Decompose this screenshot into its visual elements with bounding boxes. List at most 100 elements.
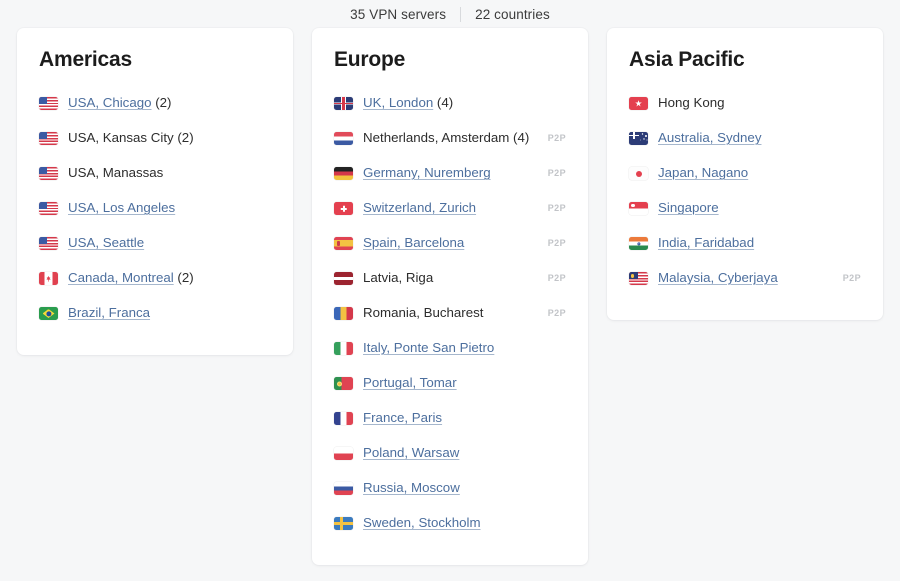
ro-flag: [334, 307, 353, 320]
server-columns: AmericasUSA, Chicago (2)P2PUSA, Kansas C…: [0, 28, 900, 565]
server-name[interactable]: Malaysia, Cyberjaya: [658, 270, 778, 285]
server-label[interactable]: Italy, Ponte San Pietro: [363, 340, 540, 357]
us-flag: [39, 97, 58, 110]
server-label[interactable]: Australia, Sydney: [658, 130, 835, 147]
server-label[interactable]: USA, Los Angeles: [68, 200, 245, 217]
server-label[interactable]: Switzerland, Zurich: [363, 200, 540, 217]
server-row: SingaporeP2P: [629, 191, 861, 226]
p2p-badge: P2P: [547, 132, 566, 143]
uk-flag: [334, 97, 353, 110]
hk-flag: [629, 97, 648, 110]
jp-flag: [629, 167, 648, 180]
us-flag: [39, 202, 58, 215]
p2p-badge: P2P: [547, 307, 566, 318]
server-row: USA, Kansas City (2)P2P: [39, 121, 271, 156]
server-row: Brazil, FrancaP2P: [39, 296, 271, 331]
server-row: Malaysia, Cyberjaya P2P: [629, 261, 861, 296]
es-flag: [334, 237, 353, 250]
server-row: Poland, WarsawP2P: [334, 436, 566, 471]
server-label[interactable]: Poland, Warsaw: [363, 445, 540, 462]
server-count: (2): [173, 270, 194, 286]
server-name[interactable]: UK, London: [363, 95, 433, 110]
server-name[interactable]: Japan, Nagano: [658, 165, 748, 180]
server-name[interactable]: Portugal, Tomar: [363, 375, 457, 390]
server-label[interactable]: UK, London (4): [363, 95, 540, 112]
server-row: Australia, SydneyP2P: [629, 121, 861, 156]
lv-flag: [334, 272, 353, 285]
server-label[interactable]: Russia, Moscow: [363, 480, 540, 497]
server-row: USA, Chicago (2)P2P: [39, 86, 271, 121]
server-name[interactable]: Italy, Ponte San Pietro: [363, 340, 494, 355]
server-name: USA, Manassas: [68, 165, 164, 181]
server-label: Latvia, Riga: [363, 270, 540, 287]
it-flag: [334, 342, 353, 355]
region-title: Europe: [334, 48, 406, 71]
ru-flag: [334, 482, 353, 495]
server-name[interactable]: Singapore: [658, 200, 719, 215]
server-row: Switzerland, Zurich P2P: [334, 191, 566, 226]
server-name: Hong Kong: [658, 95, 725, 111]
server-name: Netherlands, Amsterdam: [363, 130, 510, 146]
server-label[interactable]: Japan, Nagano: [658, 165, 835, 182]
server-name[interactable]: USA, Los Angeles: [68, 200, 175, 215]
server-label[interactable]: Canada, Montreal (2): [68, 270, 245, 287]
region-card: Asia PacificHong KongP2PAustralia, Sydne…: [607, 28, 883, 320]
server-count-text: 35 VPN servers: [350, 6, 447, 22]
server-name[interactable]: Poland, Warsaw: [363, 445, 459, 460]
server-label[interactable]: Brazil, Franca: [68, 305, 245, 322]
p2p-badge: P2P: [547, 237, 566, 248]
server-name[interactable]: USA, Chicago: [68, 95, 152, 110]
server-name[interactable]: India, Faridabad: [658, 235, 754, 250]
server-row: Japan, NaganoP2P: [629, 156, 861, 191]
server-name[interactable]: Australia, Sydney: [658, 130, 761, 145]
server-row: Canada, Montreal (2)P2P: [39, 261, 271, 296]
server-row: India, FaridabadP2P: [629, 226, 861, 261]
server-label: Romania, Bucharest: [363, 305, 540, 322]
server-label[interactable]: Malaysia, Cyberjaya: [658, 270, 835, 287]
server-name: USA, Kansas City: [68, 130, 174, 146]
server-label[interactable]: USA, Chicago (2): [68, 95, 245, 112]
server-name[interactable]: Spain, Barcelona: [363, 235, 464, 250]
server-name[interactable]: Brazil, Franca: [68, 305, 150, 320]
server-label[interactable]: Sweden, Stockholm: [363, 515, 540, 532]
server-name: Latvia, Riga: [363, 270, 434, 286]
server-name[interactable]: Russia, Moscow: [363, 480, 460, 495]
ca-flag: [39, 272, 58, 285]
server-name[interactable]: France, Paris: [363, 410, 442, 425]
server-count: (4): [509, 130, 530, 146]
p2p-badge: P2P: [547, 167, 566, 178]
server-label[interactable]: Singapore: [658, 200, 835, 217]
server-label[interactable]: Portugal, Tomar: [363, 375, 540, 392]
us-flag: [39, 132, 58, 145]
server-label[interactable]: India, Faridabad: [658, 235, 835, 252]
nl-flag: [334, 132, 353, 145]
sg-flag: [629, 202, 648, 215]
region-card: AmericasUSA, Chicago (2)P2PUSA, Kansas C…: [17, 28, 293, 355]
server-label: USA, Manassas: [68, 165, 245, 182]
server-label[interactable]: France, Paris: [363, 410, 540, 427]
server-row: Romania, Bucharest P2P: [334, 296, 566, 331]
server-label[interactable]: Germany, Nuremberg: [363, 165, 540, 182]
server-name[interactable]: Germany, Nuremberg: [363, 165, 491, 180]
server-name[interactable]: Switzerland, Zurich: [363, 200, 476, 215]
my-flag: [629, 272, 648, 285]
fr-flag: [334, 412, 353, 425]
in-flag: [629, 237, 648, 250]
de-flag: [334, 167, 353, 180]
server-count: (2): [173, 130, 194, 146]
server-name[interactable]: Canada, Montreal: [68, 270, 174, 285]
server-row: Germany, Nuremberg P2P: [334, 156, 566, 191]
server-name[interactable]: Sweden, Stockholm: [363, 515, 481, 530]
server-label[interactable]: Spain, Barcelona: [363, 235, 540, 252]
server-label[interactable]: USA, Seattle: [68, 235, 245, 252]
server-name[interactable]: USA, Seattle: [68, 235, 144, 250]
ch-flag: [334, 202, 353, 215]
p2p-badge: P2P: [547, 272, 566, 283]
server-count: (2): [151, 95, 172, 111]
p2p-badge: P2P: [842, 272, 861, 283]
region-card: Europe UK, London (4) P2P Netherlands, Amst…: [312, 28, 588, 565]
br-flag: [39, 307, 58, 320]
server-row: Hong KongP2P: [629, 86, 861, 121]
server-label: Hong Kong: [658, 95, 835, 112]
server-row: France, ParisP2P: [334, 401, 566, 436]
